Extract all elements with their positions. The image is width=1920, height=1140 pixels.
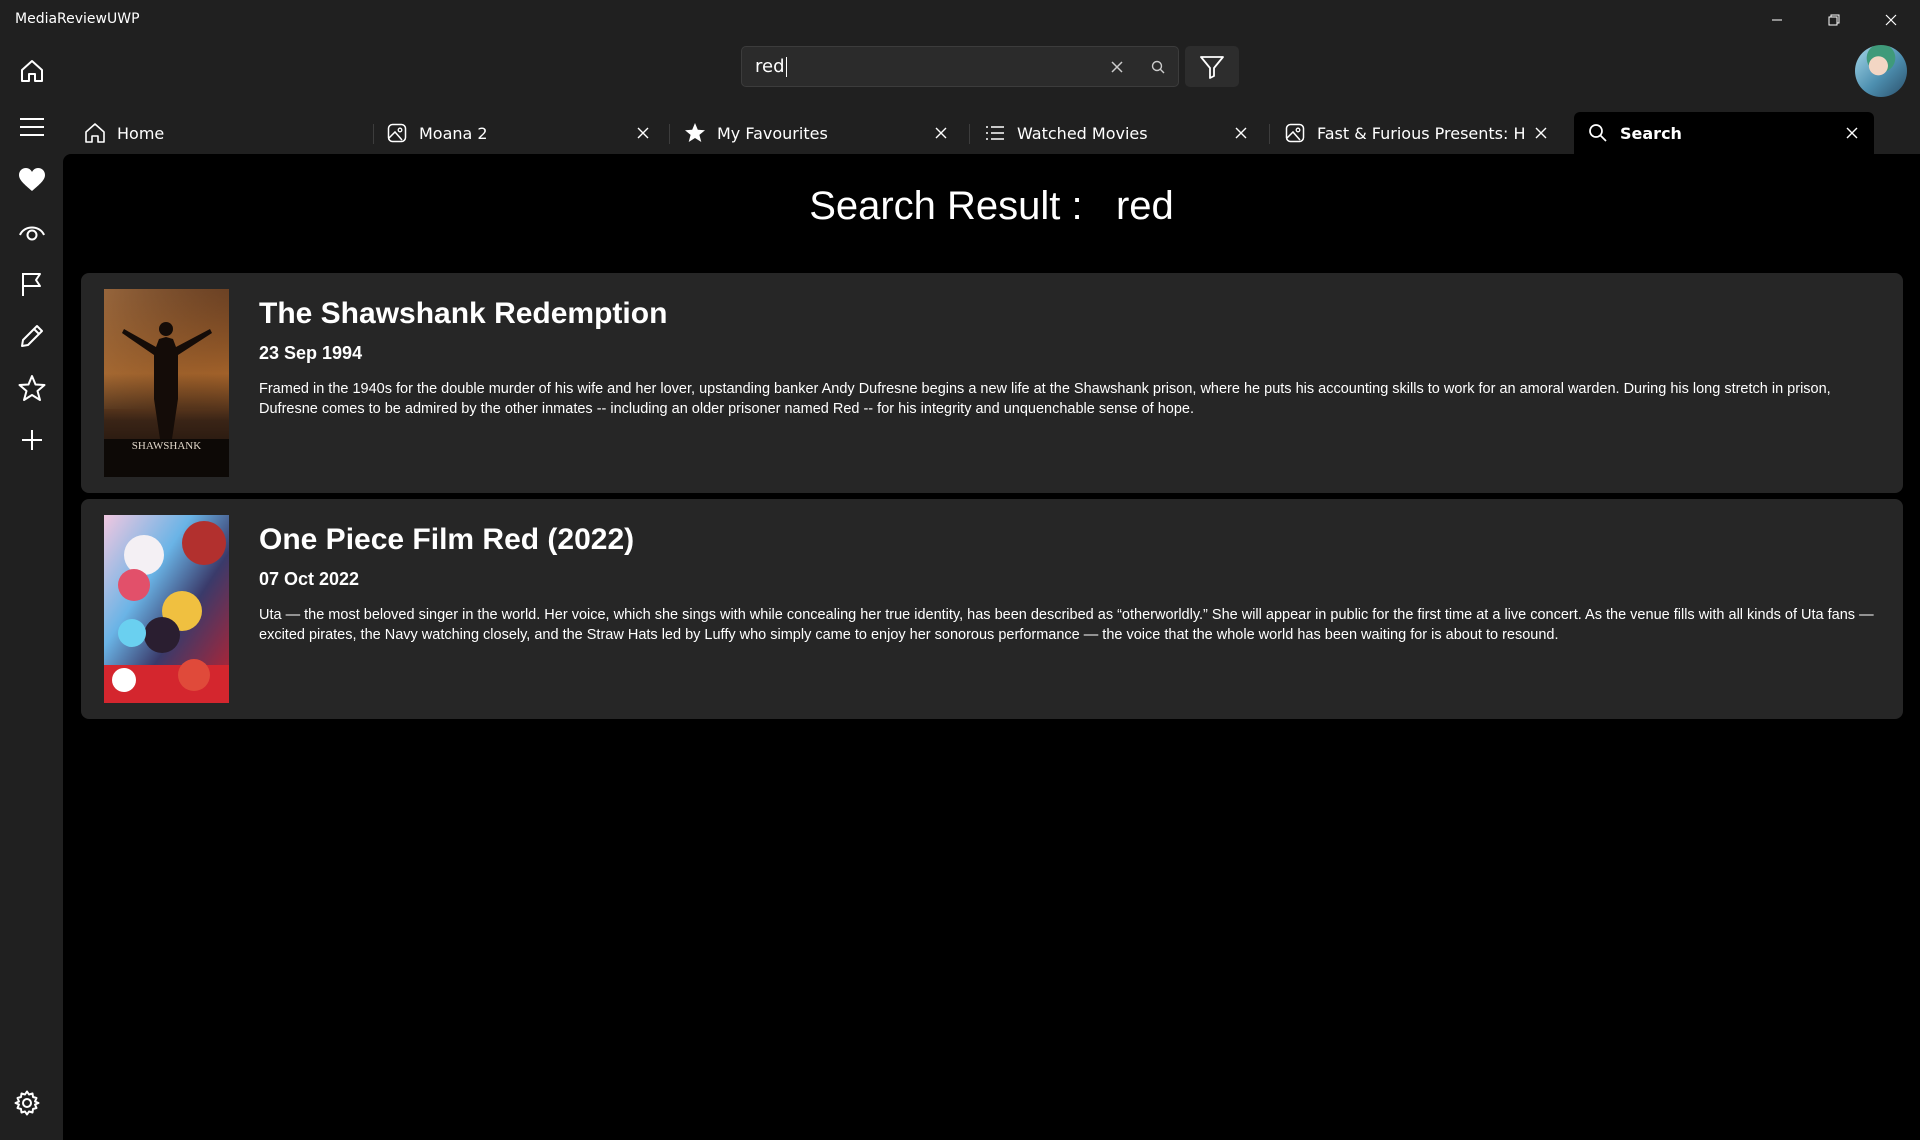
tab-label: Search — [1620, 123, 1682, 143]
tab-strip: Home Moana 2 My Favourites Watched Movie… — [63, 112, 1920, 154]
close-icon — [1111, 61, 1123, 73]
nav-add[interactable] — [8, 418, 56, 462]
result-description: Uta — the most beloved singer in the wor… — [259, 607, 1874, 643]
close-icon — [1846, 127, 1858, 139]
search-input[interactable]: red — [755, 57, 787, 77]
restore-button[interactable] — [1806, 0, 1862, 40]
result-date: 23 Sep 1994 — [259, 343, 363, 363]
settings-icon — [14, 1090, 40, 1116]
close-icon — [1535, 127, 1547, 139]
nav-rated[interactable] — [8, 366, 56, 410]
home-icon — [21, 60, 43, 82]
home-icon — [83, 121, 107, 145]
flag-icon — [22, 273, 41, 296]
nav-flagged[interactable] — [8, 262, 56, 306]
tab-search[interactable]: Search — [1574, 112, 1874, 154]
result-title[interactable]: The Shawshank Redemption — [259, 297, 667, 331]
nav-settings[interactable] — [3, 1081, 51, 1125]
close-icon — [935, 127, 947, 139]
tab-label: Watched Movies — [1017, 123, 1148, 143]
nav-home[interactable] — [8, 49, 56, 93]
plus-icon — [22, 430, 42, 450]
pencil-icon — [21, 325, 43, 347]
close-icon — [1235, 127, 1247, 139]
filter-icon — [1200, 55, 1224, 79]
search-box[interactable]: red — [741, 46, 1179, 87]
close-icon — [637, 127, 649, 139]
tab-watched-movies[interactable]: Watched Movies — [963, 112, 1263, 154]
tab-moana-2[interactable]: Moana 2 — [365, 112, 665, 154]
minimize-icon — [1772, 19, 1782, 21]
menu-icon — [20, 118, 44, 136]
search-icon — [1151, 60, 1165, 74]
clear-search-button[interactable] — [1107, 57, 1127, 77]
heart-icon — [19, 168, 45, 191]
poster-image — [104, 515, 229, 703]
result-card[interactable]: One Piece Film Red (2022) 07 Oct 2022 Ut… — [81, 499, 1903, 719]
tab-fast-furious[interactable]: Fast & Furious Presents: Hobbs — [1263, 112, 1563, 154]
poster-title-text: SHAWSHANK — [132, 440, 201, 452]
app-title: MediaReviewUWP — [15, 11, 140, 27]
search-submit-button[interactable] — [1148, 57, 1168, 77]
star-icon — [18, 375, 46, 401]
star-filled-icon — [683, 121, 707, 145]
nav-watched[interactable] — [8, 210, 56, 254]
filter-button[interactable] — [1185, 46, 1239, 87]
list-icon — [983, 121, 1007, 145]
close-tab-button[interactable] — [1231, 123, 1251, 143]
nav-reviews[interactable] — [8, 314, 56, 358]
eye-icon — [19, 226, 45, 241]
minimize-button[interactable] — [1749, 0, 1805, 40]
image-icon — [385, 121, 409, 145]
tab-label: Home — [117, 123, 165, 143]
search-icon — [1586, 121, 1610, 145]
image-icon — [1283, 121, 1307, 145]
tab-label: Moana 2 — [419, 123, 488, 143]
tab-my-favourites[interactable]: My Favourites — [663, 112, 963, 154]
page-title: Search Result : red — [809, 184, 1174, 228]
left-nav — [0, 40, 63, 1140]
result-card[interactable]: SHAWSHANK The Shawshank Redemption 23 Se… — [81, 273, 1903, 493]
main-content: Search Result : red SHAWSHANK The Shawsh… — [63, 154, 1920, 1140]
close-tab-button[interactable] — [633, 123, 653, 143]
result-title[interactable]: One Piece Film Red (2022) — [259, 523, 634, 557]
close-window-button[interactable] — [1863, 0, 1919, 40]
nav-favourites[interactable] — [8, 158, 56, 202]
close-tab-button[interactable] — [1531, 123, 1551, 143]
nav-menu[interactable] — [8, 105, 56, 149]
result-date: 07 Oct 2022 — [259, 569, 360, 589]
close-icon — [1885, 14, 1897, 26]
close-tab-button[interactable] — [931, 123, 951, 143]
avatar[interactable] — [1855, 45, 1907, 97]
restore-icon — [1828, 14, 1840, 26]
result-description: Framed in the 1940s for the double murde… — [259, 381, 1831, 417]
tab-home[interactable]: Home — [63, 112, 363, 154]
poster-image: SHAWSHANK — [104, 289, 229, 477]
close-tab-button[interactable] — [1842, 123, 1862, 143]
title-bar: MediaReviewUWP — [0, 0, 1920, 40]
tab-label: Fast & Furious Presents: Hobbs — [1317, 123, 1525, 143]
tab-label: My Favourites — [717, 123, 828, 143]
